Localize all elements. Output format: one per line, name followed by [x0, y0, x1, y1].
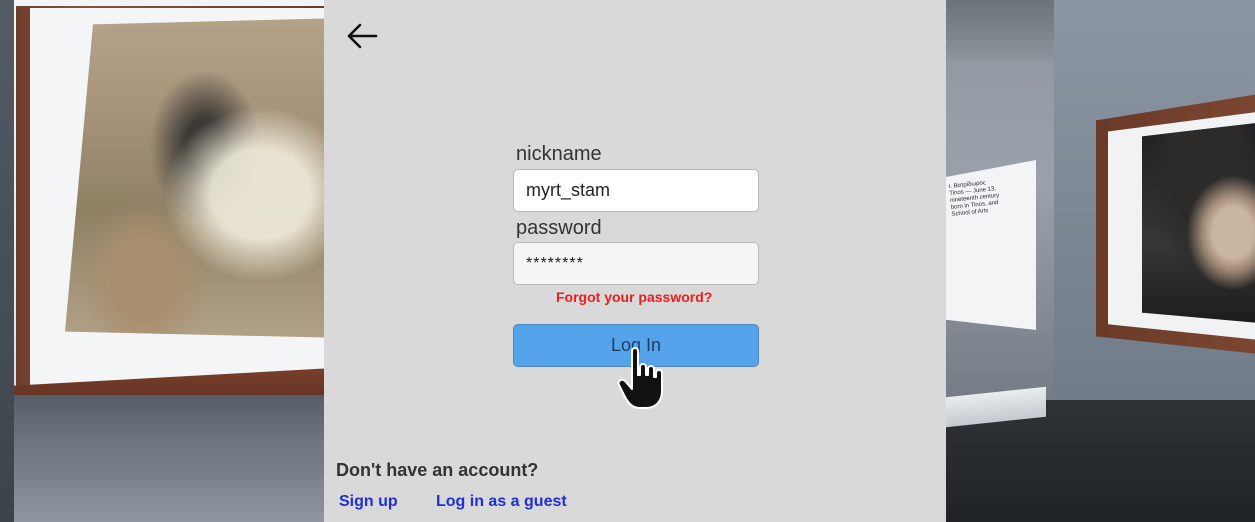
gallery-scene-right: r. Βατρίδωρος Tinos — June 13, nineteent…: [946, 0, 1255, 522]
password-label: password: [516, 217, 602, 239]
forgot-password-link[interactable]: Forgot your password?: [556, 289, 712, 305]
gallery-floor-strip: [0, 480, 324, 522]
nickname-input[interactable]: [513, 169, 759, 212]
gallery-wall-edge: [0, 0, 14, 522]
nickname-label: nickname: [516, 143, 602, 165]
no-account-text: Don't have an account?: [336, 460, 539, 480]
guest-login-link[interactable]: Log in as a guest: [436, 493, 567, 511]
portrait-painting: [1142, 120, 1255, 325]
password-input[interactable]: [513, 242, 759, 285]
login-button-label: Log In: [610, 335, 662, 355]
signup-link[interactable]: Sign up: [339, 493, 398, 511]
vr-gallery-view: r. Βατρίδωρος Tinos — June 13, nineteent…: [0, 0, 1255, 522]
back-arrow-icon: [347, 23, 378, 49]
back-button[interactable]: [342, 18, 382, 54]
gallery-scene-left: [0, 0, 324, 522]
painting-musician: [65, 18, 324, 338]
login-button[interactable]: Log In: [513, 324, 759, 367]
